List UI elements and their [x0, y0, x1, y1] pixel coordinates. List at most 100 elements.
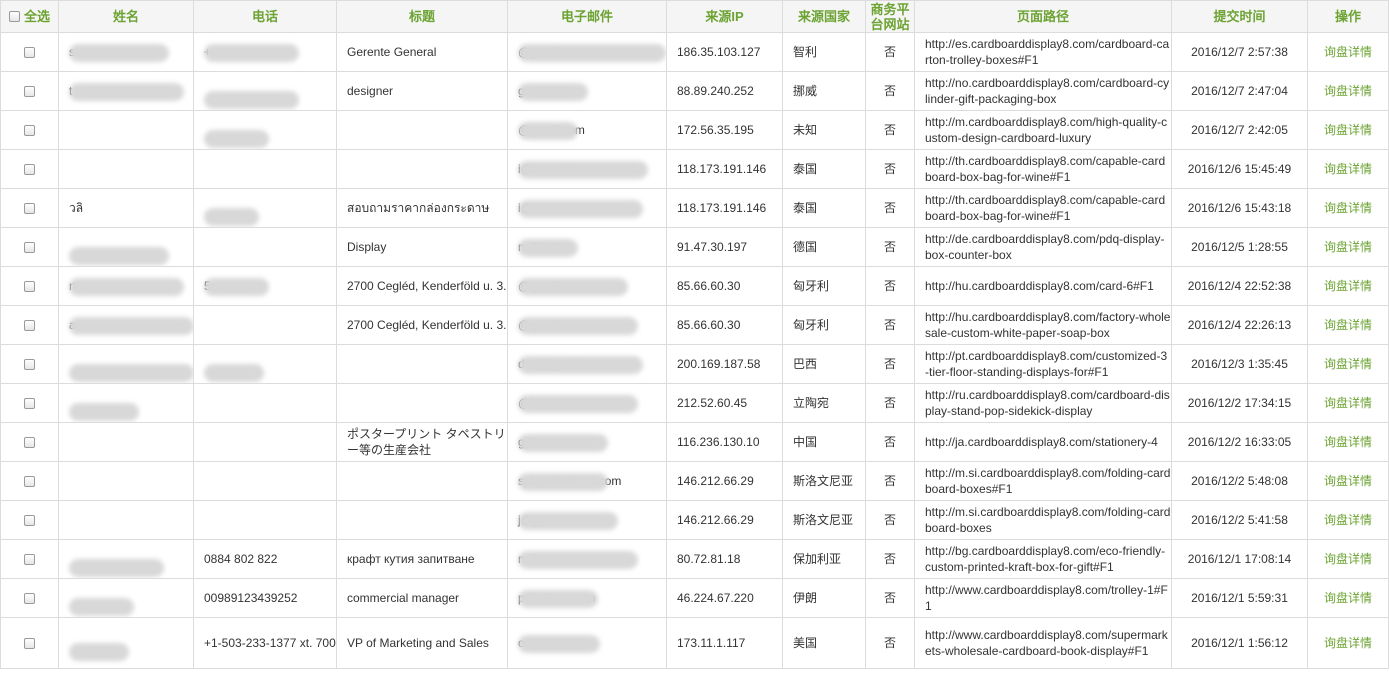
cell-ip: 116.236.130.10 — [666, 422, 783, 462]
inquiry-detail-link[interactable]: 询盘详情 — [1324, 45, 1372, 59]
cell-time: 2016/12/1 1:56:12 — [1171, 617, 1308, 669]
inquiry-detail-link[interactable]: 询盘详情 — [1324, 435, 1372, 449]
row-checkbox-cell[interactable] — [0, 617, 59, 669]
inquiry-detail-link[interactable]: 询盘详情 — [1324, 162, 1372, 176]
table-row: @gmail.com172.56.35.195未知否http://m.cardb… — [0, 110, 1389, 150]
row-checkbox[interactable] — [24, 86, 35, 98]
row-checkbox-cell[interactable] — [0, 500, 59, 540]
row-checkbox[interactable] — [24, 164, 35, 176]
cell-country: 匈牙利 — [782, 266, 866, 306]
row-checkbox[interactable] — [24, 638, 35, 650]
cell-action: 询盘详情 — [1307, 617, 1389, 669]
header-title: 标题 — [336, 0, 508, 33]
cell-phone — [193, 500, 337, 540]
row-checkbox[interactable] — [24, 203, 35, 215]
cell-time: 2016/12/7 2:47:04 — [1171, 71, 1308, 111]
cell-email: @gmail.com — [507, 266, 667, 306]
row-checkbox[interactable] — [24, 125, 35, 137]
row-checkbox-cell[interactable] — [0, 422, 59, 462]
row-checkbox[interactable] — [24, 476, 35, 488]
inquiry-detail-link[interactable]: 询盘详情 — [1324, 591, 1372, 605]
cell-ip: 212.52.60.45 — [666, 383, 783, 423]
table-row: splaystandpop.com146.212.66.29斯洛文尼亚否http… — [0, 461, 1389, 501]
select-all-checkbox[interactable] — [8, 11, 20, 23]
table-row: @lt.nestle.com212.52.60.45立陶宛否http://ru.… — [0, 383, 1389, 423]
row-checkbox[interactable] — [24, 320, 35, 332]
redaction-blur — [518, 278, 628, 296]
inquiry-detail-link[interactable]: 询盘详情 — [1324, 84, 1372, 98]
inquiry-detail-link[interactable]: 询盘详情 — [1324, 201, 1372, 215]
row-checkbox[interactable] — [24, 515, 35, 527]
row-checkbox[interactable] — [24, 398, 35, 410]
row-checkbox-cell[interactable] — [0, 344, 59, 384]
inquiry-detail-link[interactable]: 询盘详情 — [1324, 636, 1372, 650]
cell-country: 斯洛文尼亚 — [782, 461, 866, 501]
cell-phone — [193, 422, 337, 462]
cell-time: 2016/12/1 5:59:31 — [1171, 578, 1308, 618]
table-row: Displayns24.de91.47.30.197德国否http://de.c… — [0, 227, 1389, 267]
cell-name: วลิ — [58, 188, 194, 228]
row-checkbox-cell[interactable] — [0, 305, 59, 345]
cell-email: des@gmail.com — [507, 344, 667, 384]
inquiry-detail-link[interactable]: 询盘详情 — [1324, 552, 1372, 566]
cell-country: 挪威 — [782, 71, 866, 111]
row-checkbox-cell[interactable] — [0, 461, 59, 501]
cell-email: nail.com — [507, 539, 667, 579]
inquiry-detail-link[interactable]: 询盘详情 — [1324, 240, 1372, 254]
cell-name — [58, 383, 194, 423]
header-select-all[interactable]: 全选 — [0, 0, 59, 33]
row-checkbox-cell[interactable] — [0, 149, 59, 189]
cell-path: http://m.si.cardboarddisplay8.com/foldin… — [914, 500, 1172, 540]
inquiry-detail-link[interactable]: 询盘详情 — [1324, 123, 1372, 137]
row-checkbox-cell[interactable] — [0, 110, 59, 150]
cell-title — [336, 461, 508, 501]
row-checkbox[interactable] — [24, 47, 35, 59]
row-checkbox[interactable] — [24, 554, 35, 566]
cell-phone: 5 — [193, 266, 337, 306]
row-checkbox[interactable] — [24, 593, 35, 605]
inquiry-detail-link[interactable]: 询盘详情 — [1324, 357, 1372, 371]
cell-country: 中国 — [782, 422, 866, 462]
cell-action: 询盘详情 — [1307, 110, 1389, 150]
cell-country: 伊朗 — [782, 578, 866, 618]
table-header-row: 全选 姓名 电话 标题 电子邮件 来源IP 来源国家 商务平台网站 页面路径 提… — [0, 0, 1389, 33]
cell-path: http://ru.cardboarddisplay8.com/cardboar… — [914, 383, 1172, 423]
inquiry-detail-link[interactable]: 询盘详情 — [1324, 513, 1372, 527]
row-checkbox-cell[interactable] — [0, 539, 59, 579]
row-checkbox[interactable] — [24, 281, 35, 293]
inquiry-detail-link[interactable]: 询盘详情 — [1324, 474, 1372, 488]
header-platform: 商务平台网站 — [865, 0, 915, 33]
cell-time: 2016/12/6 15:43:18 — [1171, 188, 1308, 228]
row-checkbox-cell[interactable] — [0, 71, 59, 111]
row-checkbox[interactable] — [24, 242, 35, 254]
inquiry-table: 全选 姓名 电话 标题 电子邮件 来源IP 来源国家 商务平台网站 页面路径 提… — [0, 0, 1389, 669]
row-checkbox-cell[interactable] — [0, 578, 59, 618]
cell-title — [336, 344, 508, 384]
row-checkbox-cell[interactable] — [0, 32, 59, 72]
inquiry-detail-link[interactable]: 询盘详情 — [1324, 318, 1372, 332]
cell-ip: 146.212.66.29 — [666, 500, 783, 540]
cell-title: 2700 Cegléd, Kenderföld u. 3. — [336, 305, 508, 345]
cell-ip: 88.89.240.252 — [666, 71, 783, 111]
row-checkbox[interactable] — [24, 437, 35, 449]
inquiry-detail-link[interactable]: 询盘详情 — [1324, 279, 1372, 293]
cell-phone: +1-503-233-1377 xt. 700 — [193, 617, 337, 669]
header-email: 电子邮件 — [507, 0, 667, 33]
row-checkbox-cell[interactable] — [0, 266, 59, 306]
inquiry-detail-link[interactable]: 询盘详情 — [1324, 396, 1372, 410]
cell-name — [58, 539, 194, 579]
table-row: i@hotmail.com118.173.191.146泰国否http://th… — [0, 149, 1389, 189]
table-row: rt a52700 Cegléd, Kenderföld u. 3.@gmail… — [0, 266, 1389, 306]
row-checkbox-cell[interactable] — [0, 227, 59, 267]
row-checkbox-cell[interactable] — [0, 383, 59, 423]
cell-name — [58, 149, 194, 189]
cell-ip: 46.224.67.220 — [666, 578, 783, 618]
redaction-blur — [69, 598, 134, 616]
row-checkbox-cell[interactable] — [0, 188, 59, 228]
cell-title: สอบถามราคากล่องกระดาษ — [336, 188, 508, 228]
cell-email: i@hotmail.com — [507, 188, 667, 228]
cell-country: 斯洛文尼亚 — [782, 500, 866, 540]
redaction-blur — [518, 395, 638, 413]
cell-ip: 173.11.1.117 — [666, 617, 783, 669]
row-checkbox[interactable] — [24, 359, 35, 371]
